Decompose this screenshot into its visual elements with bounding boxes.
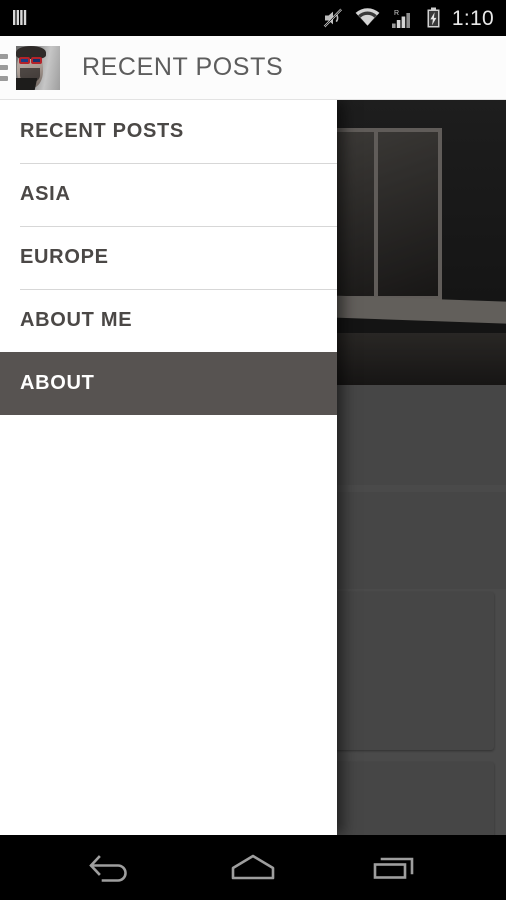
status-bar: R 1:10 bbox=[0, 0, 506, 36]
drawer-item-recent-posts[interactable]: RECENT POSTS bbox=[0, 100, 337, 163]
drawer-item-label: EUROPE bbox=[20, 246, 109, 268]
hamburger-menu-icon[interactable] bbox=[0, 51, 8, 85]
battery-charging-icon bbox=[427, 7, 440, 28]
navigation-drawer: RECENT POSTS ASIA EUROPE ABOUT ME ABOUT bbox=[0, 100, 337, 835]
page-title: RECENT POSTS bbox=[82, 53, 284, 81]
drawer-item-europe[interactable]: EUROPE bbox=[0, 226, 337, 289]
home-icon bbox=[231, 854, 275, 879]
volume-mute-icon bbox=[323, 8, 342, 28]
drawer-divider bbox=[20, 289, 337, 290]
app-logo-avatar[interactable] bbox=[16, 45, 60, 90]
status-bar-left-icons bbox=[12, 8, 29, 28]
drawer-item-about[interactable]: ABOUT bbox=[0, 352, 337, 415]
drawer-item-label: ASIA bbox=[20, 183, 71, 205]
home-button[interactable] bbox=[198, 835, 308, 900]
drawer-item-asia[interactable]: ASIA bbox=[0, 163, 337, 226]
phone-screen: R 1:10 RECENT POSTS RECENT POSTS ASIA EU… bbox=[0, 0, 506, 900]
android-navigation-bar bbox=[0, 835, 506, 900]
cellular-roaming-icon: R bbox=[391, 10, 410, 28]
drawer-item-label: ABOUT ME bbox=[20, 309, 133, 331]
sim-signal-icon bbox=[13, 10, 27, 25]
drawer-item-label: RECENT POSTS bbox=[20, 120, 184, 142]
recents-button[interactable] bbox=[340, 835, 450, 900]
drawer-item-about-me[interactable]: ABOUT ME bbox=[0, 289, 337, 352]
wifi-icon bbox=[355, 8, 380, 26]
back-arrow-icon bbox=[89, 854, 127, 882]
drawer-divider bbox=[20, 163, 337, 164]
app-bar: RECENT POSTS bbox=[0, 36, 506, 100]
recents-icon bbox=[373, 857, 414, 879]
status-bar-right-icons: R 1:10 bbox=[322, 7, 494, 29]
back-button[interactable] bbox=[57, 835, 167, 900]
drawer-divider bbox=[20, 226, 337, 227]
status-bar-clock: 1:10 bbox=[451, 6, 494, 30]
drawer-item-label: ABOUT bbox=[20, 372, 95, 394]
svg-text:R: R bbox=[394, 10, 399, 17]
